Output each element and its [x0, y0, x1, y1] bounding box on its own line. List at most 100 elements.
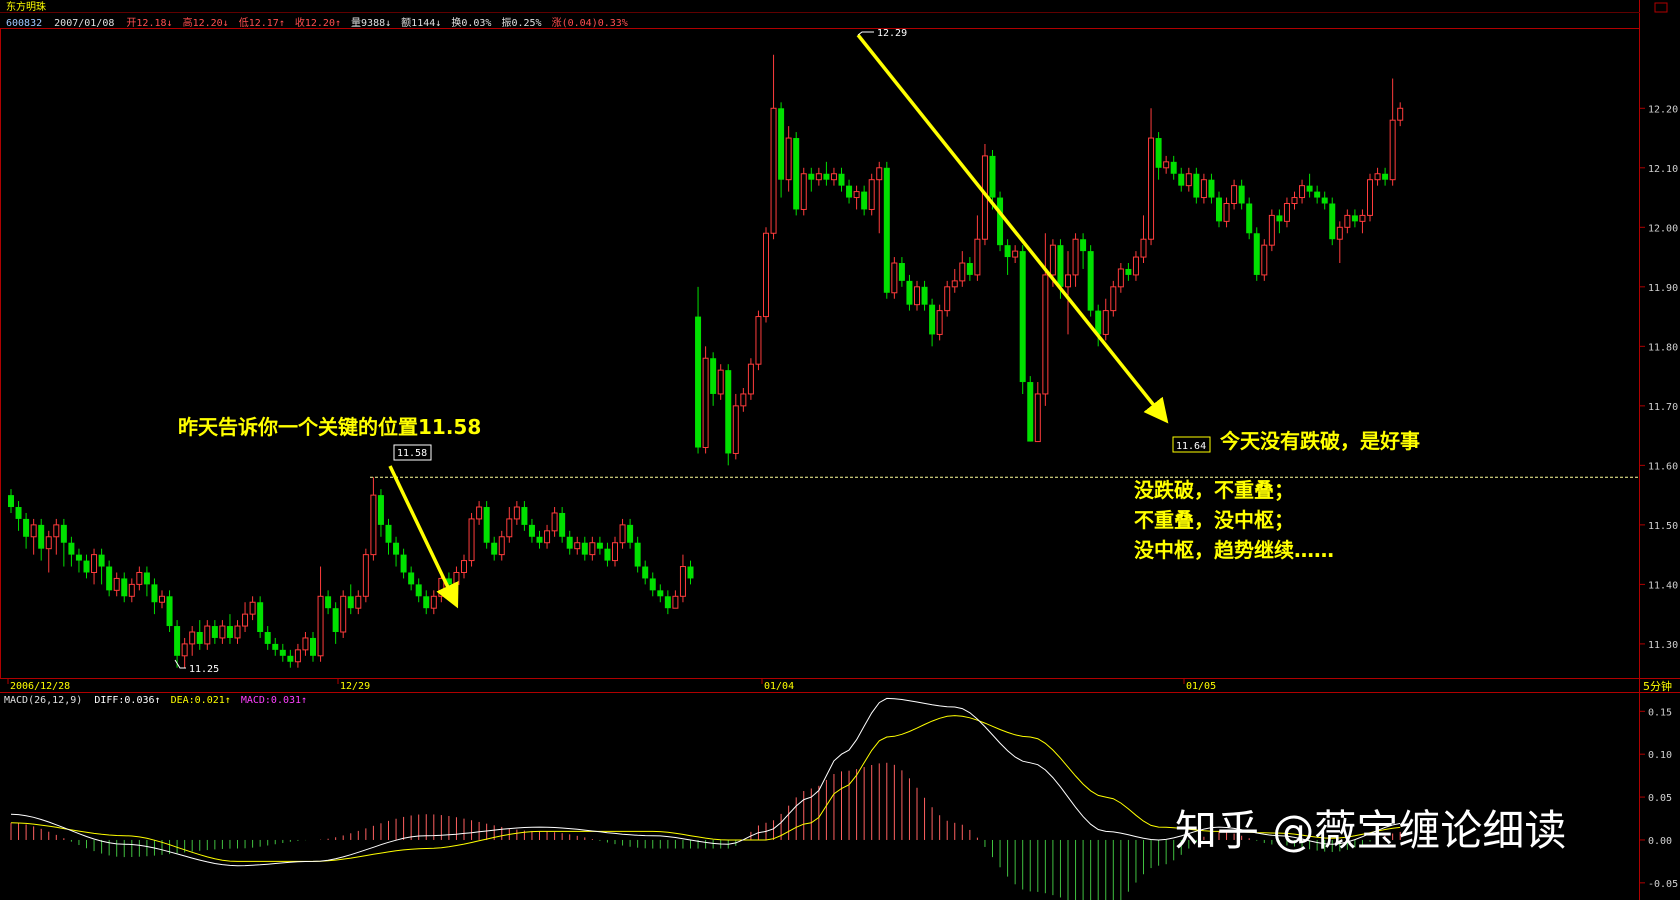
candle-79: [604, 542, 611, 567]
candle-110: [838, 167, 845, 192]
candle-body-133: [1012, 250, 1019, 258]
candle-body-143: [1087, 251, 1094, 311]
candle-2: [23, 512, 30, 549]
candle-body-108: [823, 173, 830, 180]
candle-160: [1216, 191, 1222, 228]
candle-31: [242, 602, 249, 632]
volume-value: 9388↓: [361, 18, 391, 29]
candle-body-7: [60, 524, 67, 543]
candle-body-17: [136, 571, 143, 585]
kline-chart[interactable]: 东方明珠 600832 2007/01/08 开12.18↓ 高12.20↓ 低…: [0, 0, 1680, 900]
macd-axis-ticks: -0.05 0.00 0.05 0.10 0.15: [1639, 707, 1678, 890]
candle-body-55: [423, 596, 430, 609]
candle-body-65: [498, 536, 505, 556]
candle-body-72: [551, 512, 558, 532]
candle-50: [385, 518, 392, 555]
candle-body-147: [1117, 268, 1124, 288]
candle-112: [853, 185, 860, 210]
candle-33: [257, 596, 264, 638]
candle-body-2: [23, 518, 30, 537]
candle-body-100: [763, 232, 769, 318]
candle-body-23: [181, 643, 188, 657]
candle-body-111: [846, 185, 853, 198]
candle-body-117: [891, 262, 898, 294]
candle-158: [1200, 173, 1207, 204]
candle-body-118: [898, 263, 905, 281]
candle-93: [710, 352, 717, 406]
candle-body-125: [951, 280, 958, 288]
time-tick-label-1: 12/29: [340, 681, 370, 692]
candle-180: [1367, 173, 1373, 222]
candle-body-35: [272, 643, 279, 650]
time-axis-ticks: 2006/12/28 12/29 01/04 01/05: [7, 679, 1216, 692]
price-tick-label-3: 11.60: [1648, 461, 1678, 472]
candle-97: [740, 387, 747, 412]
candle-55: [423, 590, 430, 615]
candle-16: [128, 578, 135, 603]
candle-149: [1132, 251, 1139, 281]
candle-body-175: [1329, 203, 1336, 240]
candle-63: [483, 501, 490, 549]
candle-9: [75, 548, 82, 573]
candle-172: [1306, 173, 1313, 198]
candle-78: [596, 536, 603, 555]
candle-95: [725, 364, 732, 466]
price-axis-ticks: 11.30 11.40 11.50 11.60 11.70 11.80 11.90 12.00…: [1639, 104, 1678, 651]
candle-75: [574, 536, 581, 555]
candle-body-92: [702, 357, 709, 449]
candle-body-15: [121, 578, 128, 597]
price-tick-label-8: 12.10: [1648, 164, 1678, 175]
candle-body-51: [393, 542, 400, 555]
candle-body-0: [8, 495, 14, 508]
candle-92: [702, 346, 709, 454]
quote-date: 2007/01/08: [54, 18, 114, 29]
candle-body-167: [1268, 214, 1275, 246]
candle-157: [1193, 167, 1200, 204]
candle-141: [1072, 233, 1079, 287]
candle-25: [196, 620, 203, 650]
candle-99: [755, 310, 762, 371]
candle-body-135: [1027, 382, 1034, 442]
candle-body-107: [815, 173, 822, 181]
candle-body-102: [778, 108, 785, 180]
restore-window-icon[interactable]: [1654, 2, 1668, 13]
candle-169: [1283, 197, 1290, 228]
candle-body-98: [747, 363, 754, 395]
candle-150: [1140, 215, 1147, 264]
candle-body-85: [649, 578, 656, 591]
macd-diff-value: DIFF:0.036↑: [94, 695, 160, 706]
candle-body-13: [106, 566, 113, 591]
candle-40: [310, 631, 316, 662]
candle-128: [974, 215, 981, 281]
macd-tick-label-1: 0.00: [1648, 836, 1672, 847]
trend-arrow-left: [388, 465, 459, 609]
price-tick-label-6: 11.90: [1648, 283, 1678, 294]
candle-41: [317, 566, 324, 662]
candle-body-63: [483, 507, 490, 543]
candle-body-160: [1216, 197, 1222, 222]
candle-body-21: [166, 596, 173, 627]
candle-49: [377, 489, 384, 537]
candle-body-95: [725, 370, 732, 454]
candle-body-62: [476, 506, 483, 520]
candle-123: [936, 304, 943, 341]
candle-70: [536, 530, 543, 549]
candle-body-64: [491, 542, 498, 555]
candle-body-42: [325, 596, 332, 609]
candle-body-3: [30, 524, 37, 538]
candle-body-94: [717, 369, 724, 395]
macd-macd-value: MACD:0.031↑: [241, 695, 307, 706]
candle-52: [400, 548, 407, 579]
candle-body-40: [310, 637, 316, 656]
candle-body-174: [1321, 197, 1328, 204]
candle-body-45: [347, 596, 354, 609]
candle-body-53: [408, 572, 415, 585]
candle-body-70: [536, 536, 543, 543]
annotation-logic-3: 没中枢，趋势继续……: [1134, 538, 1334, 562]
candle-body-31: [242, 613, 249, 627]
candle-body-178: [1351, 215, 1358, 222]
candle-body-8: [68, 542, 75, 555]
candle-133: [1012, 245, 1019, 264]
volume-label: 量: [351, 17, 361, 29]
candle-body-50: [385, 524, 392, 543]
